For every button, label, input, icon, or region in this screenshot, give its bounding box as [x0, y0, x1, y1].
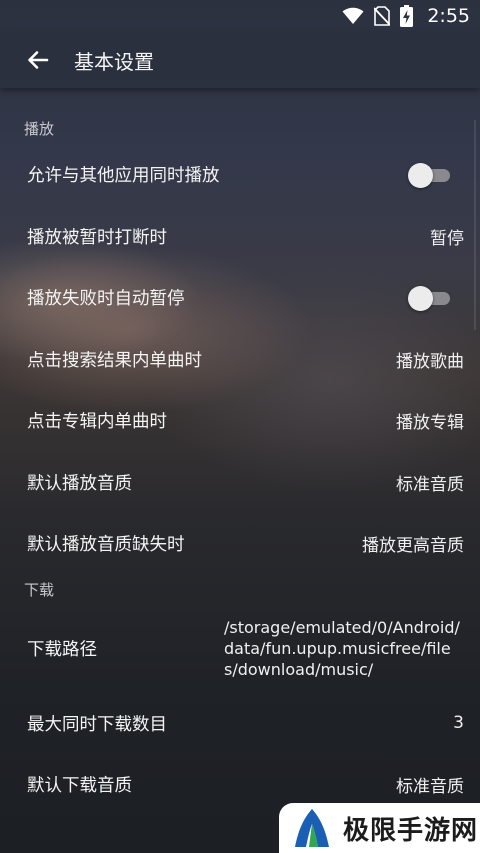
arrow-left-icon	[28, 51, 49, 69]
back-button[interactable]	[16, 38, 60, 82]
wifi-icon	[342, 7, 364, 24]
auto-pause-toggle[interactable]	[408, 285, 450, 311]
setting-value: 暂停	[430, 228, 464, 249]
setting-row-auto-pause-on-failure[interactable]: 播放失败时自动暂停	[0, 267, 480, 329]
setting-row-quality-missing[interactable]: 默认播放音质缺失时 播放更高音质	[0, 513, 480, 575]
status-bar: 2:55	[0, 0, 480, 32]
setting-row-max-downloads[interactable]: 最大同时下载数目 3	[0, 693, 480, 755]
battery-charging-icon	[400, 5, 414, 27]
section-title-playback: 播放	[24, 120, 55, 138]
setting-label: 播放被暂时打断时	[27, 227, 167, 248]
setting-label: 允许与其他应用同时播放	[27, 166, 220, 187]
setting-label: 点击搜索结果内单曲时	[27, 350, 202, 371]
setting-value: 播放歌曲	[396, 351, 464, 372]
watermark-text: 极限手游网	[343, 815, 479, 846]
setting-label: 默认下载音质	[27, 776, 132, 797]
setting-label: 下载路径	[27, 640, 97, 660]
toggle-thumb	[408, 285, 433, 311]
settings-list: 播放 允许与其他应用同时播放 播放被暂时打断时 暂停 播放失败时自动暂停 点击搜…	[0, 114, 480, 816]
toggle-thumb	[408, 162, 433, 188]
no-sim-icon	[374, 6, 391, 26]
setting-value: 标准音质	[396, 777, 464, 798]
setting-label: 默认播放音质	[27, 473, 132, 494]
setting-row-interrupted-behavior[interactable]: 播放被暂时打断时 暂停	[0, 206, 480, 268]
setting-value: 播放专辑	[396, 413, 464, 434]
setting-value: 标准音质	[396, 474, 464, 495]
concurrent-playback-toggle[interactable]	[408, 162, 450, 188]
app-bar: 基本设置	[0, 32, 480, 88]
setting-label: 点击专辑内单曲时	[27, 412, 167, 433]
setting-label: 最大同时下载数目	[27, 714, 167, 735]
setting-row-download-path[interactable]: 下载路径 /storage/emulated/0/Android/data/fu…	[0, 605, 480, 693]
page-title: 基本设置	[74, 49, 154, 74]
setting-value: 3	[453, 713, 464, 734]
status-time: 2:55	[427, 5, 470, 27]
setting-row-search-result-click[interactable]: 点击搜索结果内单曲时 播放歌曲	[0, 329, 480, 391]
watermark-logo-icon	[295, 809, 329, 847]
watermark: 极限手游网	[279, 803, 480, 853]
setting-label: 播放失败时自动暂停	[27, 289, 185, 310]
setting-row-album-click[interactable]: 点击专辑内单曲时 播放专辑	[0, 390, 480, 452]
setting-label: 默认播放音质缺失时	[27, 535, 185, 556]
setting-value: 播放更高音质	[362, 536, 464, 557]
setting-row-allow-concurrent-playback[interactable]: 允许与其他应用同时播放	[0, 144, 480, 206]
setting-row-default-quality[interactable]: 默认播放音质 标准音质	[0, 452, 480, 514]
section-title-download: 下载	[24, 580, 55, 599]
setting-value: /storage/emulated/0/Android/data/fun.upu…	[224, 618, 460, 679]
